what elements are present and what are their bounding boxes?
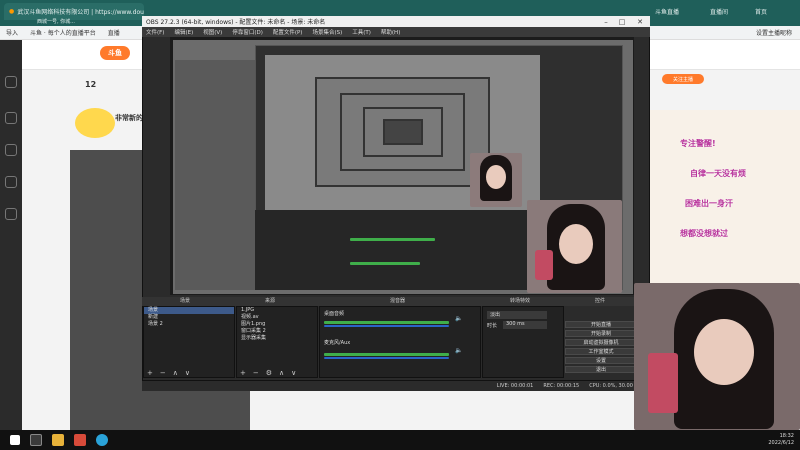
down-icon[interactable]: ∨ — [291, 369, 296, 377]
nested-docks — [255, 210, 535, 290]
minimize-icon[interactable]: – — [598, 16, 614, 27]
follow-icon[interactable] — [5, 144, 17, 156]
down-icon[interactable]: ∨ — [185, 369, 190, 377]
up-icon[interactable]: ∧ — [279, 369, 284, 377]
obs-window-title: OBS 27.2.3 (64-bit, windows) - 配置文件: 未命名… — [146, 19, 326, 26]
bookmark-item[interactable]: 直播 — [108, 28, 120, 37]
recursion-frame — [383, 119, 423, 145]
sticker-text: 自律一天没有烦 — [690, 169, 746, 178]
nested-meter — [350, 238, 435, 241]
scene-item[interactable]: 场景 — [144, 307, 234, 314]
sticker-text: 困难出一身汗 — [685, 199, 733, 208]
home-icon[interactable] — [5, 76, 17, 88]
speaker-icon[interactable]: 🔈 — [455, 347, 462, 354]
douyu-logo[interactable]: 斗鱼 — [100, 46, 130, 60]
start-streaming-button[interactable]: 开始直播 — [565, 321, 637, 328]
audio-meter — [324, 353, 449, 356]
menu-docks[interactable]: 停靠窗口(D) — [232, 28, 263, 36]
mixer-dock: 桌面音频 麦克风/Aux 🔈 🔈 — [319, 306, 481, 378]
webcam-medium — [527, 200, 622, 293]
game-icon[interactable] — [5, 176, 17, 188]
scene-item[interactable]: 新建 — [144, 314, 234, 321]
sticker-overlay: 专注警醒! 自律一天没有烦 困难出一身汗 想都没想就过 — [660, 130, 790, 250]
transitions-dock-title: 转场特效 — [510, 298, 531, 304]
transitions-dock: 淡出 时长 300 ms — [482, 306, 564, 378]
source-item[interactable]: 1.JPG — [237, 307, 317, 314]
close-icon[interactable]: ✕ — [632, 16, 648, 27]
promo-text: 非常新的 — [115, 114, 143, 122]
bookmark-item[interactable]: 导入 — [6, 28, 18, 37]
studio-mode-button[interactable]: 工作室模式 — [565, 348, 637, 355]
explorer-icon[interactable] — [52, 434, 64, 446]
menu-help[interactable]: 帮助(H) — [381, 28, 400, 36]
webcam-large — [634, 283, 800, 430]
virtual-camera-button[interactable]: 启动虚拟摄像机 — [565, 339, 637, 346]
rec-status: REC: 00:00:15 — [543, 383, 580, 389]
scene-item[interactable]: 场景 2 — [144, 321, 234, 328]
menu-scene-collection[interactable]: 场景集合(S) — [312, 28, 342, 36]
duration-label: 时长 — [487, 323, 498, 329]
remove-icon[interactable]: − — [253, 369, 259, 377]
video-icon[interactable] — [5, 112, 17, 124]
sources-dock-title: 来源 — [265, 298, 276, 304]
windows-taskbar — [0, 430, 800, 450]
nested-meter — [350, 262, 420, 265]
browser-tab[interactable]: 斗鱼直播 — [650, 3, 705, 20]
settings-button[interactable]: 设置 — [565, 357, 637, 364]
live-status: LIVE: 00:00:01 — [496, 383, 534, 389]
obs-status-bar: LIVE: 00:00:01 REC: 00:00:15 CPU: 0.0%, … — [142, 380, 650, 391]
menu-file[interactable]: 文件(F) — [146, 28, 164, 36]
bookmark-item[interactable]: 设置主播昵称 — [756, 28, 792, 37]
up-icon[interactable]: ∧ — [173, 369, 178, 377]
exit-button[interactable]: 退出 — [565, 366, 637, 373]
obs-menu-bar: 文件(F) 编辑(E) 视图(V) 停靠窗口(D) 配置文件(P) 场景集合(S… — [142, 27, 650, 37]
remove-icon[interactable]: − — [160, 369, 166, 377]
browser-tab[interactable]: 西城一号, 你城... — [32, 16, 102, 26]
tab-favicon-icon: ● — [9, 8, 15, 15]
site-sidebar — [0, 40, 22, 430]
bookmark-item[interactable]: 斗鱼 · 每个人的直播平台 — [30, 28, 96, 37]
webcam-small — [470, 153, 522, 207]
scenes-dock-title: 场景 — [180, 298, 191, 304]
browser-tab[interactable]: 首页 — [750, 3, 795, 20]
duration-input[interactable]: 300 ms — [503, 321, 547, 329]
windows-start-icon[interactable] — [10, 435, 20, 445]
sticker-text: 专注警醒! — [680, 139, 716, 148]
menu-view[interactable]: 视图(V) — [203, 28, 222, 36]
audio-meter — [324, 321, 449, 324]
browser-icon[interactable] — [96, 434, 108, 446]
menu-edit[interactable]: 编辑(E) — [174, 28, 193, 36]
gear-icon[interactable]: ⚙ — [266, 369, 272, 377]
start-recording-button[interactable]: 开始录制 — [565, 330, 637, 337]
volume-slider[interactable] — [324, 357, 449, 359]
source-item[interactable]: 窗口采集 2 — [237, 328, 317, 335]
menu-tools[interactable]: 工具(T) — [352, 28, 371, 36]
mixer-dock-title: 混音器 — [390, 298, 406, 304]
captured-page-column — [175, 60, 255, 290]
follow-button[interactable]: 关注主播 — [662, 74, 704, 84]
add-icon[interactable]: + — [147, 369, 153, 377]
volume-slider[interactable] — [324, 325, 449, 327]
source-item[interactable]: 视频.av — [237, 314, 317, 321]
menu-profile[interactable]: 配置文件(P) — [273, 28, 303, 36]
browser-tab[interactable]: 直播间 — [705, 3, 750, 20]
level-number: 12 — [85, 80, 97, 89]
source-item[interactable]: 图片1.png — [237, 321, 317, 328]
obs-title-bar: OBS 27.2.3 (64-bit, windows) - 配置文件: 未命名… — [142, 16, 650, 27]
star-icon[interactable] — [5, 208, 17, 220]
transition-select[interactable]: 淡出 — [487, 311, 547, 319]
scenes-toolbar: + − ∧ ∨ — [143, 368, 190, 378]
add-icon[interactable]: + — [240, 369, 246, 377]
mascot-image — [75, 108, 115, 138]
mixer-track-name: 麦克风/Aux — [324, 340, 351, 346]
controls-dock-title: 控件 — [595, 298, 606, 304]
obs-taskbar-icon[interactable] — [30, 434, 42, 446]
app-icon[interactable] — [74, 434, 86, 446]
sticker-text: 想都没想就过 — [680, 229, 728, 238]
speaker-icon[interactable]: 🔈 — [455, 315, 462, 322]
sources-toolbar: + − ⚙ ∧ ∨ — [236, 368, 296, 378]
maximize-icon[interactable]: □ — [614, 16, 630, 27]
source-item[interactable]: 显示器采集 — [237, 335, 317, 342]
system-tray-clock[interactable]: 18:32 2022/6/12 — [768, 433, 794, 447]
